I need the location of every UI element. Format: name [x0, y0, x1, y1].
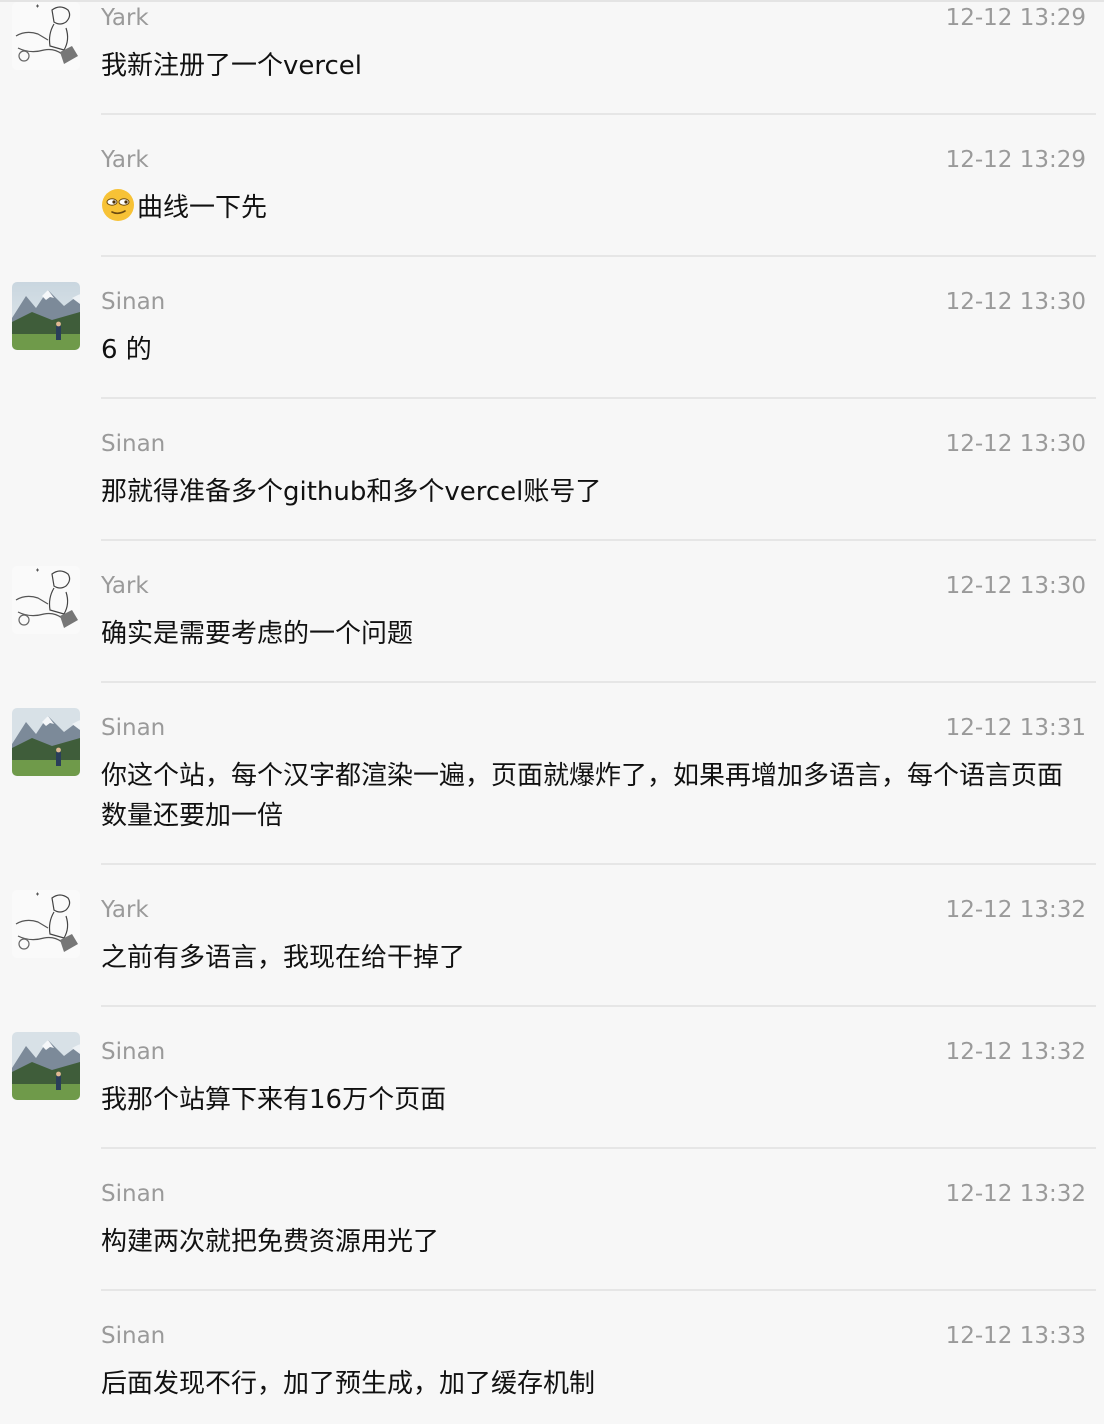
- message-time: 12-12 13:29: [945, 5, 1086, 31]
- message-time: 12-12 13:32: [945, 1181, 1086, 1207]
- message-divider: [101, 113, 1096, 115]
- message-divider: [101, 1147, 1096, 1149]
- sinan-avatar[interactable]: [12, 1032, 80, 1100]
- message-divider: [101, 1289, 1096, 1291]
- message-divider: [101, 1005, 1096, 1007]
- message-divider: [101, 681, 1096, 683]
- message-time: 12-12 13:32: [945, 897, 1086, 923]
- message-divider: [101, 539, 1096, 541]
- message-time: 12-12 13:30: [945, 431, 1086, 457]
- message-time: 12-12 13:33: [945, 1323, 1086, 1349]
- message-text-content: 曲线一下先: [137, 193, 268, 223]
- yark-avatar[interactable]: [12, 566, 80, 634]
- top-divider: [0, 0, 1104, 2]
- message-text: 构建两次就把免费资源用光了: [101, 1227, 440, 1257]
- message-divider: [101, 397, 1096, 399]
- message-text: 我新注册了一个vercel: [101, 51, 363, 81]
- sinan-avatar[interactable]: [12, 708, 80, 776]
- message-text: 那就得准备多个github和多个vercel账号了: [101, 477, 602, 507]
- sender-name: Yark: [101, 5, 149, 31]
- message-text: 6 的: [101, 335, 152, 365]
- message-time: 12-12 13:30: [945, 573, 1086, 599]
- message-text: 之前有多语言，我现在给干掉了: [101, 943, 466, 973]
- smirk-face-emoji: [101, 188, 135, 222]
- sender-name: Yark: [101, 573, 149, 599]
- sender-name: Sinan: [101, 431, 166, 457]
- sender-name: Yark: [101, 147, 149, 173]
- message-time: 12-12 13:32: [945, 1039, 1086, 1065]
- message-time: 12-12 13:30: [945, 289, 1086, 315]
- message-divider: [101, 255, 1096, 257]
- message-text: 确实是需要考虑的一个问题: [101, 619, 414, 649]
- yark-avatar[interactable]: [12, 890, 80, 958]
- sender-name: Sinan: [101, 289, 166, 315]
- message-text: 曲线一下先: [101, 188, 1086, 228]
- sender-name: Sinan: [101, 1181, 166, 1207]
- message-divider: [101, 863, 1096, 865]
- sender-name: Yark: [101, 897, 149, 923]
- message-time: 12-12 13:29: [945, 147, 1086, 173]
- message-text: 后面发现不行，加了预生成，加了缓存机制: [101, 1369, 596, 1399]
- sinan-avatar[interactable]: [12, 282, 80, 350]
- message-text: 你这个站，每个汉字都渲染一遍，页面就爆炸了，如果再增加多语言，每个语言页面数量还…: [101, 761, 1064, 831]
- sender-name: Sinan: [101, 715, 166, 741]
- sender-name: Sinan: [101, 1039, 166, 1065]
- message-text: 我那个站算下来有16万个页面: [101, 1085, 447, 1115]
- chat-message-list: Yark 12-12 13:29 我新注册了一个vercel Yark 12-1…: [0, 0, 1104, 1424]
- yark-avatar[interactable]: [12, 2, 80, 70]
- message-time: 12-12 13:31: [945, 715, 1086, 741]
- sender-name: Sinan: [101, 1323, 166, 1349]
